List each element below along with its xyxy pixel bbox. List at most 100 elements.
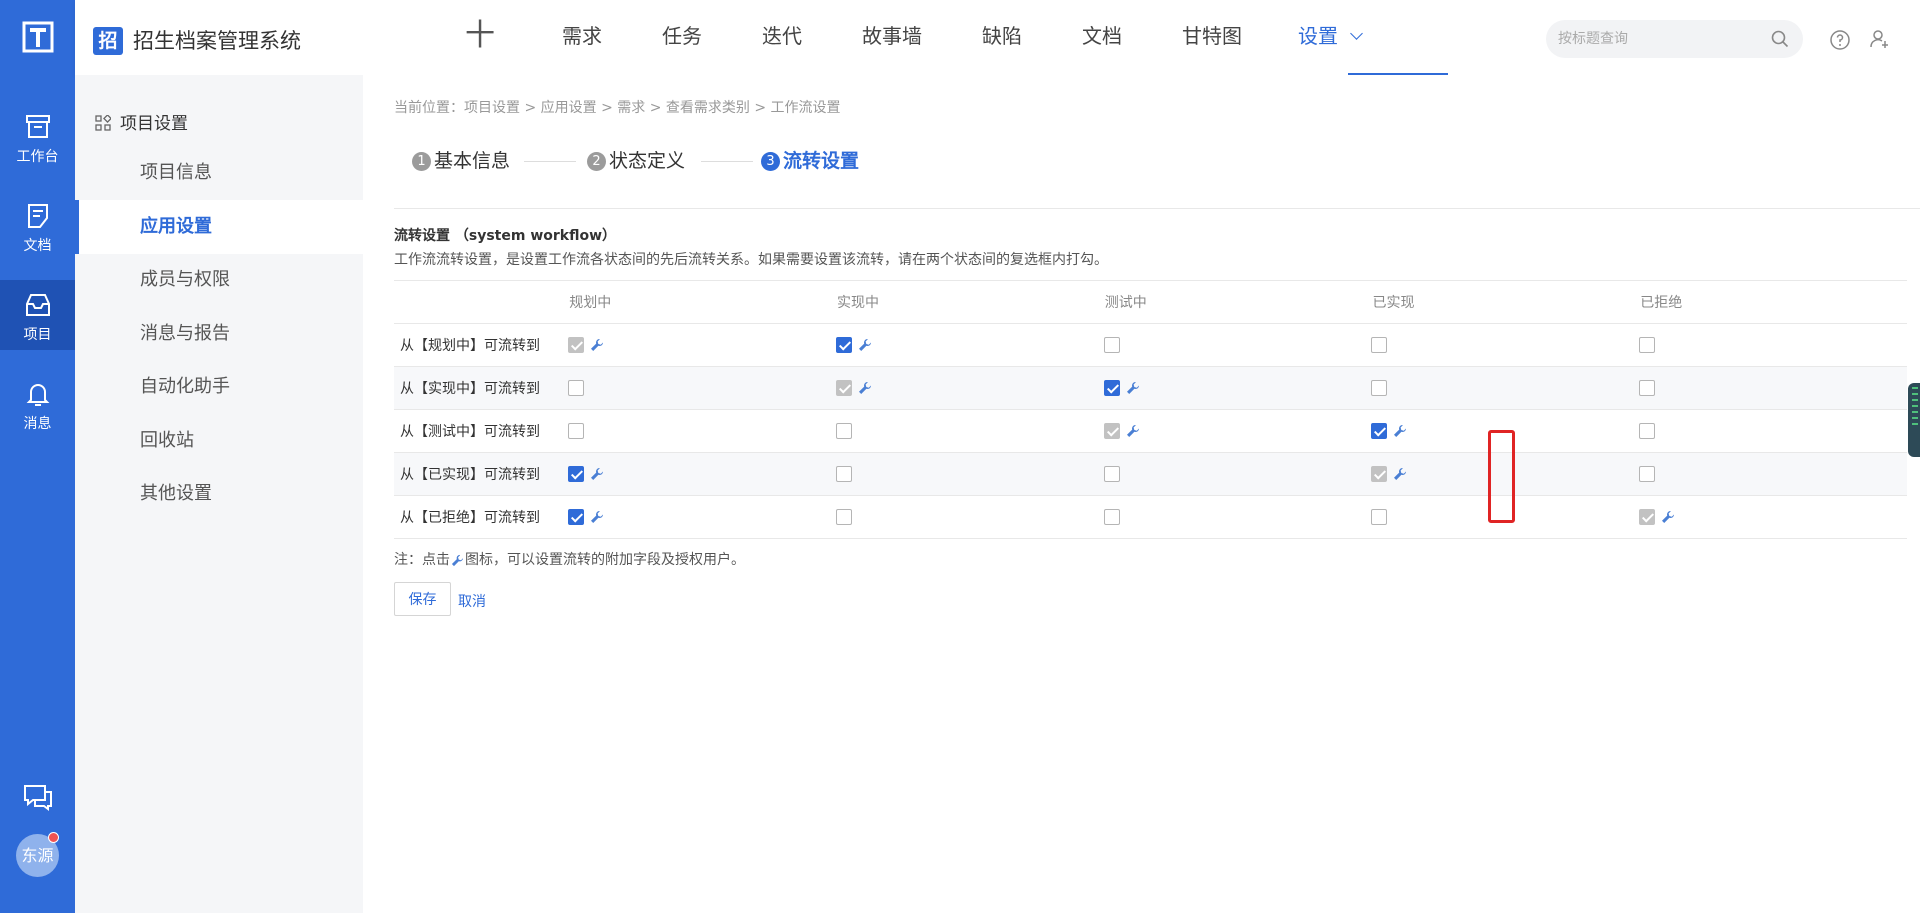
step-connector: [524, 161, 576, 162]
rail-item-label: 工作台: [16, 149, 59, 165]
transition-checkbox: [1371, 466, 1388, 482]
transition-checkbox[interactable]: [1103, 466, 1120, 482]
step-status-definition[interactable]: 2 状态定义: [587, 146, 685, 173]
table-row: 从【已拒绝】可流转到: [394, 495, 1907, 539]
column-header: 已实现: [1371, 280, 1640, 324]
transition-checkbox[interactable]: [1371, 380, 1388, 396]
column-header: 测试中: [1103, 280, 1372, 324]
sidebar-item-automation[interactable]: 自动化助手: [75, 360, 363, 414]
transition-checkbox[interactable]: [1639, 380, 1656, 396]
tab-gantt[interactable]: 甘特图: [1182, 22, 1242, 50]
add-button[interactable]: 十: [465, 16, 495, 56]
transition-cell: [1103, 323, 1372, 367]
tab-docs[interactable]: 文档: [1082, 22, 1122, 50]
footnote: 注：点击 图标，可以设置流转的附加字段及授权用户。: [394, 549, 745, 569]
sidebar-item-project-info[interactable]: 项目信息: [75, 146, 363, 200]
cancel-link[interactable]: 取消: [458, 591, 486, 611]
transition-checkbox[interactable]: [1371, 423, 1388, 439]
transition-cell: [1639, 495, 1907, 539]
table-header-row: 规划中 实现中 测试中 已实现 已拒绝: [394, 280, 1907, 324]
transition-checkbox[interactable]: [568, 380, 585, 396]
transition-cell: [836, 323, 1104, 367]
tab-settings-label: 设置: [1298, 24, 1338, 48]
note-suffix: 图标，可以设置流转的附加字段及授权用户。: [465, 552, 745, 568]
column-header: 实现中: [836, 280, 1104, 324]
help-icon[interactable]: [1829, 29, 1851, 51]
wrench-icon[interactable]: [1126, 381, 1140, 395]
wrench-icon[interactable]: [858, 381, 872, 395]
transition-checkbox[interactable]: [836, 423, 853, 439]
table-row: 从【已实现】可流转到: [394, 452, 1907, 496]
wrench-icon[interactable]: [1126, 424, 1140, 438]
sidebar-item-app-settings[interactable]: 应用设置: [75, 200, 363, 254]
wrench-icon[interactable]: [1661, 510, 1675, 524]
workflow-title: 流转设置 （system workflow）: [394, 228, 617, 244]
wrench-icon[interactable]: [590, 338, 604, 352]
tab-story-wall[interactable]: 故事墙: [862, 22, 922, 50]
wrench-icon[interactable]: [858, 338, 872, 352]
wrench-icon[interactable]: [590, 467, 604, 481]
transition-checkbox[interactable]: [1639, 423, 1656, 439]
transition-checkbox[interactable]: [1103, 337, 1120, 353]
project-title[interactable]: 招生档案管理系统: [133, 25, 301, 55]
transition-cell: [1103, 409, 1372, 453]
transition-checkbox: [836, 380, 853, 396]
transition-checkbox[interactable]: [568, 466, 585, 482]
transition-checkbox[interactable]: [836, 466, 853, 482]
breadcrumb: 当前位置：项目设置 > 应用设置 > 需求 > 查看需求类别 > 工作流设置: [394, 100, 841, 116]
rail-item-messages[interactable]: 消息: [0, 369, 75, 439]
sidebar-item-messages-reports[interactable]: 消息与报告: [75, 307, 363, 361]
tab-requirements[interactable]: 需求: [562, 22, 602, 50]
transition-cell: [1639, 366, 1907, 410]
step-transition-settings[interactable]: 3 流转设置: [761, 146, 859, 173]
tab-defects[interactable]: 缺陷: [982, 22, 1022, 50]
sidebar-heading: 项目设置: [95, 109, 188, 134]
user-settings-icon[interactable]: [1868, 28, 1890, 50]
save-button[interactable]: 保存: [394, 582, 451, 616]
left-rail: 工作台 文档 项目 消息 东源: [0, 0, 75, 913]
transition-checkbox[interactable]: [1103, 380, 1120, 396]
sidebar-item-recycle-bin[interactable]: 回收站: [75, 414, 363, 468]
chat-icon[interactable]: [22, 782, 54, 812]
side-widget-tab[interactable]: [1908, 383, 1920, 457]
search-icon[interactable]: [1771, 30, 1789, 48]
tab-settings[interactable]: 设置: [1298, 22, 1363, 50]
step-label: 流转设置: [783, 150, 860, 172]
transition-checkbox[interactable]: [836, 337, 853, 353]
rail-item-label: 消息: [23, 416, 52, 432]
sidebar-heading-label: 项目设置: [120, 114, 188, 134]
notification-dot: [48, 832, 59, 843]
transition-checkbox[interactable]: [1371, 509, 1388, 525]
table-row: 从【规划中】可流转到: [394, 323, 1907, 367]
rail-item-project[interactable]: 项目: [0, 280, 75, 350]
wrench-icon[interactable]: [590, 510, 604, 524]
sidebar-item-members[interactable]: 成员与权限: [75, 253, 363, 307]
row-label: 从【测试中】可流转到: [394, 409, 569, 453]
row-label: 从【已实现】可流转到: [394, 452, 569, 496]
step-basic-info[interactable]: 1 基本信息: [412, 146, 510, 173]
step-number: 1: [412, 152, 431, 171]
column-header: 已拒绝: [1639, 280, 1907, 324]
rail-item-docs[interactable]: 文档: [0, 191, 75, 261]
workflow-description: 工作流流转设置，是设置工作流各状态间的先后流转关系。如果需要设置该流转，请在两个…: [394, 252, 1108, 268]
step-connector: [701, 161, 753, 162]
transition-checkbox[interactable]: [1103, 509, 1120, 525]
tab-tasks[interactable]: 任务: [662, 22, 702, 50]
transition-checkbox[interactable]: [568, 423, 585, 439]
transition-checkbox[interactable]: [1371, 337, 1388, 353]
transition-checkbox[interactable]: [1639, 466, 1656, 482]
wrench-icon[interactable]: [1393, 467, 1407, 481]
highlight-annotation: [1488, 430, 1515, 523]
transition-checkbox: [1639, 509, 1656, 525]
sidebar-item-other-settings[interactable]: 其他设置: [75, 467, 363, 521]
wrench-icon[interactable]: [1393, 424, 1407, 438]
transition-checkbox[interactable]: [836, 509, 853, 525]
app-logo-icon[interactable]: [21, 20, 55, 54]
transition-checkbox[interactable]: [1639, 337, 1656, 353]
rail-item-workbench[interactable]: 工作台: [0, 102, 75, 172]
transition-checkbox[interactable]: [568, 509, 585, 525]
tab-iterations[interactable]: 迭代: [762, 22, 802, 50]
search-input[interactable]: [1558, 20, 1758, 58]
project-inbox-icon: [25, 294, 50, 316]
transition-cell: [836, 409, 1104, 453]
